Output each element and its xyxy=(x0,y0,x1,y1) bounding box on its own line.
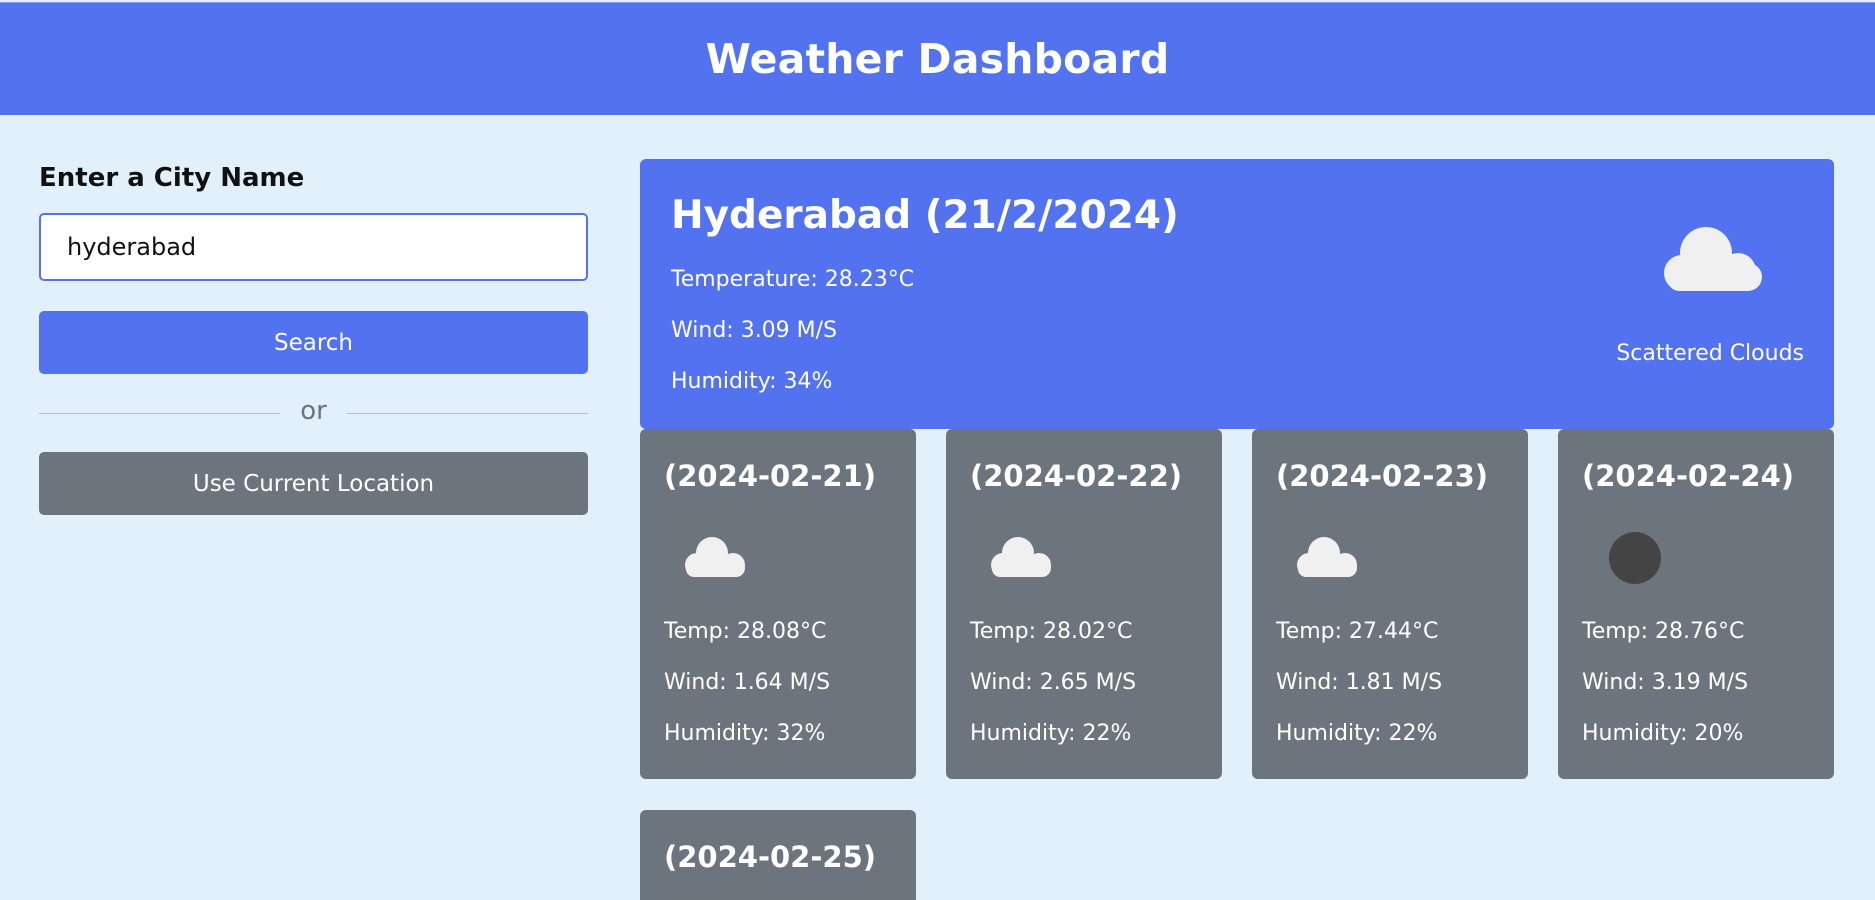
forecast-temp: Temp: 28.08°C xyxy=(664,619,827,644)
city-input-label: Enter a City Name xyxy=(39,163,305,193)
forecast-temp: Temp: 27.44°C xyxy=(1276,619,1439,644)
forecast-humidity: Humidity: 32% xyxy=(664,721,826,746)
cloud-icon xyxy=(680,531,752,585)
forecast-wind: Wind: 1.64 M/S xyxy=(664,670,831,695)
or-divider: or xyxy=(39,374,589,452)
forecast-card: (2024-02-24) Temp: 28.76°C Wind: 3.19 M/… xyxy=(1558,429,1834,779)
forecast-wind: Wind: 2.65 M/S xyxy=(970,670,1137,695)
forecast-date: (2024-02-25) xyxy=(664,840,877,874)
divider-line-right xyxy=(346,412,589,414)
current-humidity: Humidity: 34% xyxy=(671,369,833,394)
forecast-date: (2024-02-23) xyxy=(1276,459,1489,493)
forecast-humidity: Humidity: 20% xyxy=(1582,721,1744,746)
forecast-humidity: Humidity: 22% xyxy=(970,721,1132,746)
forecast-date: (2024-02-21) xyxy=(664,459,877,493)
current-weather-card: Hyderabad (21/2/2024) Temperature: 28.23… xyxy=(640,159,1834,429)
search-button[interactable]: Search xyxy=(39,311,588,374)
cloud-icon xyxy=(1292,531,1364,585)
app-header: Weather Dashboard xyxy=(0,2,1875,115)
search-panel: Enter a City Name Search or Use Current … xyxy=(39,160,589,515)
forecast-wind: Wind: 3.19 M/S xyxy=(1582,670,1749,695)
divider-line-left xyxy=(39,412,281,414)
forecast-humidity: Humidity: 22% xyxy=(1276,721,1438,746)
moon-icon xyxy=(1598,531,1670,585)
forecast-card: (2024-02-21) Temp: 28.08°C Wind: 1.64 M/… xyxy=(640,429,916,779)
forecast-temp: Temp: 28.02°C xyxy=(970,619,1133,644)
cloud-icon xyxy=(986,531,1058,585)
forecast-date: (2024-02-24) xyxy=(1582,459,1795,493)
current-wind: Wind: 3.09 M/S xyxy=(671,318,838,343)
current-weather-title: Hyderabad (21/2/2024) xyxy=(671,193,1179,238)
city-input[interactable] xyxy=(39,213,588,281)
forecast-card: (2024-02-22) Temp: 28.02°C Wind: 2.65 M/… xyxy=(946,429,1222,779)
page-title: Weather Dashboard xyxy=(705,35,1170,83)
use-current-location-button[interactable]: Use Current Location xyxy=(39,452,588,515)
current-temperature: Temperature: 28.23°C xyxy=(671,267,915,292)
forecast-date: (2024-02-22) xyxy=(970,459,1183,493)
forecast-wind: Wind: 1.81 M/S xyxy=(1276,670,1443,695)
current-description: Scattered Clouds xyxy=(1616,341,1804,366)
forecast-temp: Temp: 28.76°C xyxy=(1582,619,1745,644)
forecast-card: (2024-02-25) xyxy=(640,810,916,900)
cloud-icon xyxy=(1658,219,1768,299)
divider-text: or xyxy=(300,396,327,426)
forecast-card: (2024-02-23) Temp: 27.44°C Wind: 1.81 M/… xyxy=(1252,429,1528,779)
